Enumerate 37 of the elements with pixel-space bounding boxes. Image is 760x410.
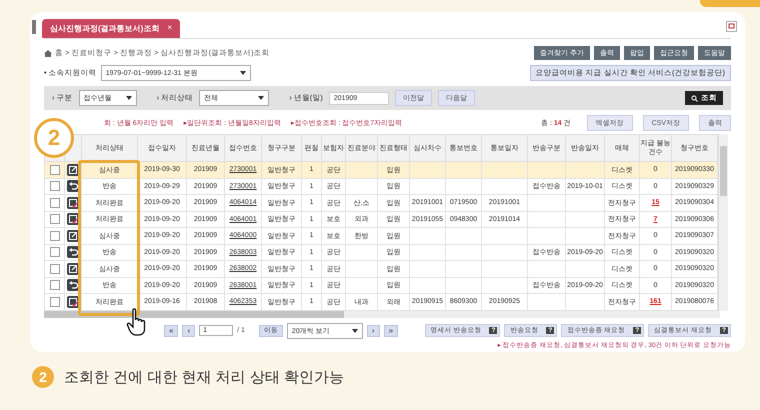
- prev-page-button[interactable]: ‹: [182, 324, 196, 336]
- edit-icon[interactable]: [67, 164, 79, 176]
- page-tab[interactable]: 심사진행과정(결과통보서)조회 ×: [42, 19, 180, 38]
- row-checkbox[interactable]: [50, 230, 60, 241]
- hand-cursor-icon: [126, 308, 148, 336]
- return-icon[interactable]: [67, 246, 79, 258]
- window-icon[interactable]: [726, 21, 737, 32]
- caret-icon: [352, 328, 358, 332]
- accent-bar: [700, 0, 760, 7]
- last-page-button[interactable]: »: [384, 324, 398, 336]
- first-page-button[interactable]: «: [164, 324, 178, 336]
- next-page-button[interactable]: ›: [366, 324, 380, 336]
- step-badge: 2: [34, 118, 74, 158]
- step-number: 2: [32, 366, 54, 388]
- edit-icon[interactable]: [67, 230, 79, 242]
- edit-icon[interactable]: [67, 262, 79, 275]
- caption-text: 조회한 건에 대한 현재 처리 상태 확인가능: [64, 368, 344, 386]
- caret-icon: [258, 96, 264, 100]
- row-checkbox[interactable]: [50, 164, 60, 175]
- row-checkbox[interactable]: [50, 198, 60, 208]
- return-icon[interactable]: [67, 279, 79, 292]
- caret-icon: [240, 71, 246, 75]
- row-checkbox[interactable]: [50, 280, 60, 290]
- home-icon[interactable]: [44, 50, 52, 56]
- vertical-scrollbar[interactable]: [718, 134, 728, 310]
- caret-icon: [126, 96, 132, 100]
- tab-marker: [32, 20, 36, 34]
- check-icon[interactable]: [67, 196, 79, 209]
- row-checkbox[interactable]: [50, 181, 60, 192]
- return-icon[interactable]: [67, 180, 79, 192]
- check-icon[interactable]: [67, 213, 79, 226]
- search-icon: [691, 94, 698, 102]
- row-checkbox[interactable]: [50, 264, 60, 274]
- row-checkbox[interactable]: [50, 247, 60, 258]
- row-checkbox[interactable]: [50, 296, 60, 307]
- check-icon[interactable]: [67, 296, 79, 308]
- row-checkbox[interactable]: [50, 214, 60, 224]
